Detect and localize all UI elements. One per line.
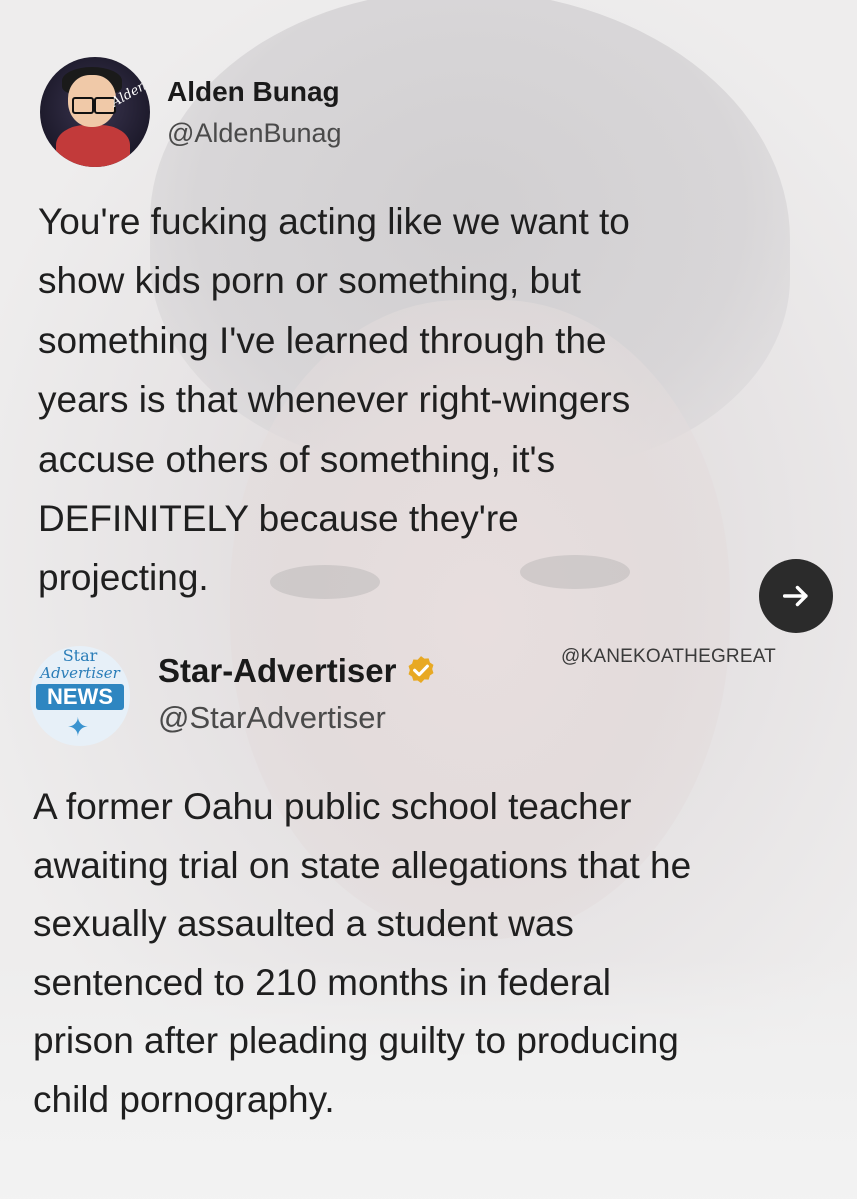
alden-bunag-avatar[interactable]: Alden — [40, 57, 150, 167]
star-advertiser-avatar[interactable]: Star Advertiser NEWS ✦ — [30, 646, 130, 746]
tweet1-text: You're fucking acting like we want to sh… — [38, 201, 631, 599]
tweet1-handle[interactable]: @AldenBunag — [167, 118, 342, 149]
avatar-logo-badge: NEWS — [36, 684, 124, 710]
tweet2-display-name[interactable]: Star-Advertiser — [158, 652, 396, 690]
verified-badge-icon — [408, 656, 434, 684]
watermark: @KANEKOATHEGREAT — [561, 646, 776, 667]
next-button[interactable] — [759, 559, 833, 633]
tweet2-text: A former Oahu public school teacher awai… — [33, 786, 692, 1120]
star-icon: ✦ — [67, 712, 89, 742]
tweet1-display-name[interactable]: Alden Bunag — [167, 76, 340, 108]
tweet2-display-name-row[interactable]: Star-Advertiser — [158, 652, 438, 690]
tweet2-handle[interactable]: @StarAdvertiser — [158, 700, 386, 736]
arrow-right-icon — [782, 585, 808, 607]
avatar-logo-line2: Advertiser — [40, 664, 120, 682]
avatar-logo-line1: Star — [62, 646, 98, 665]
